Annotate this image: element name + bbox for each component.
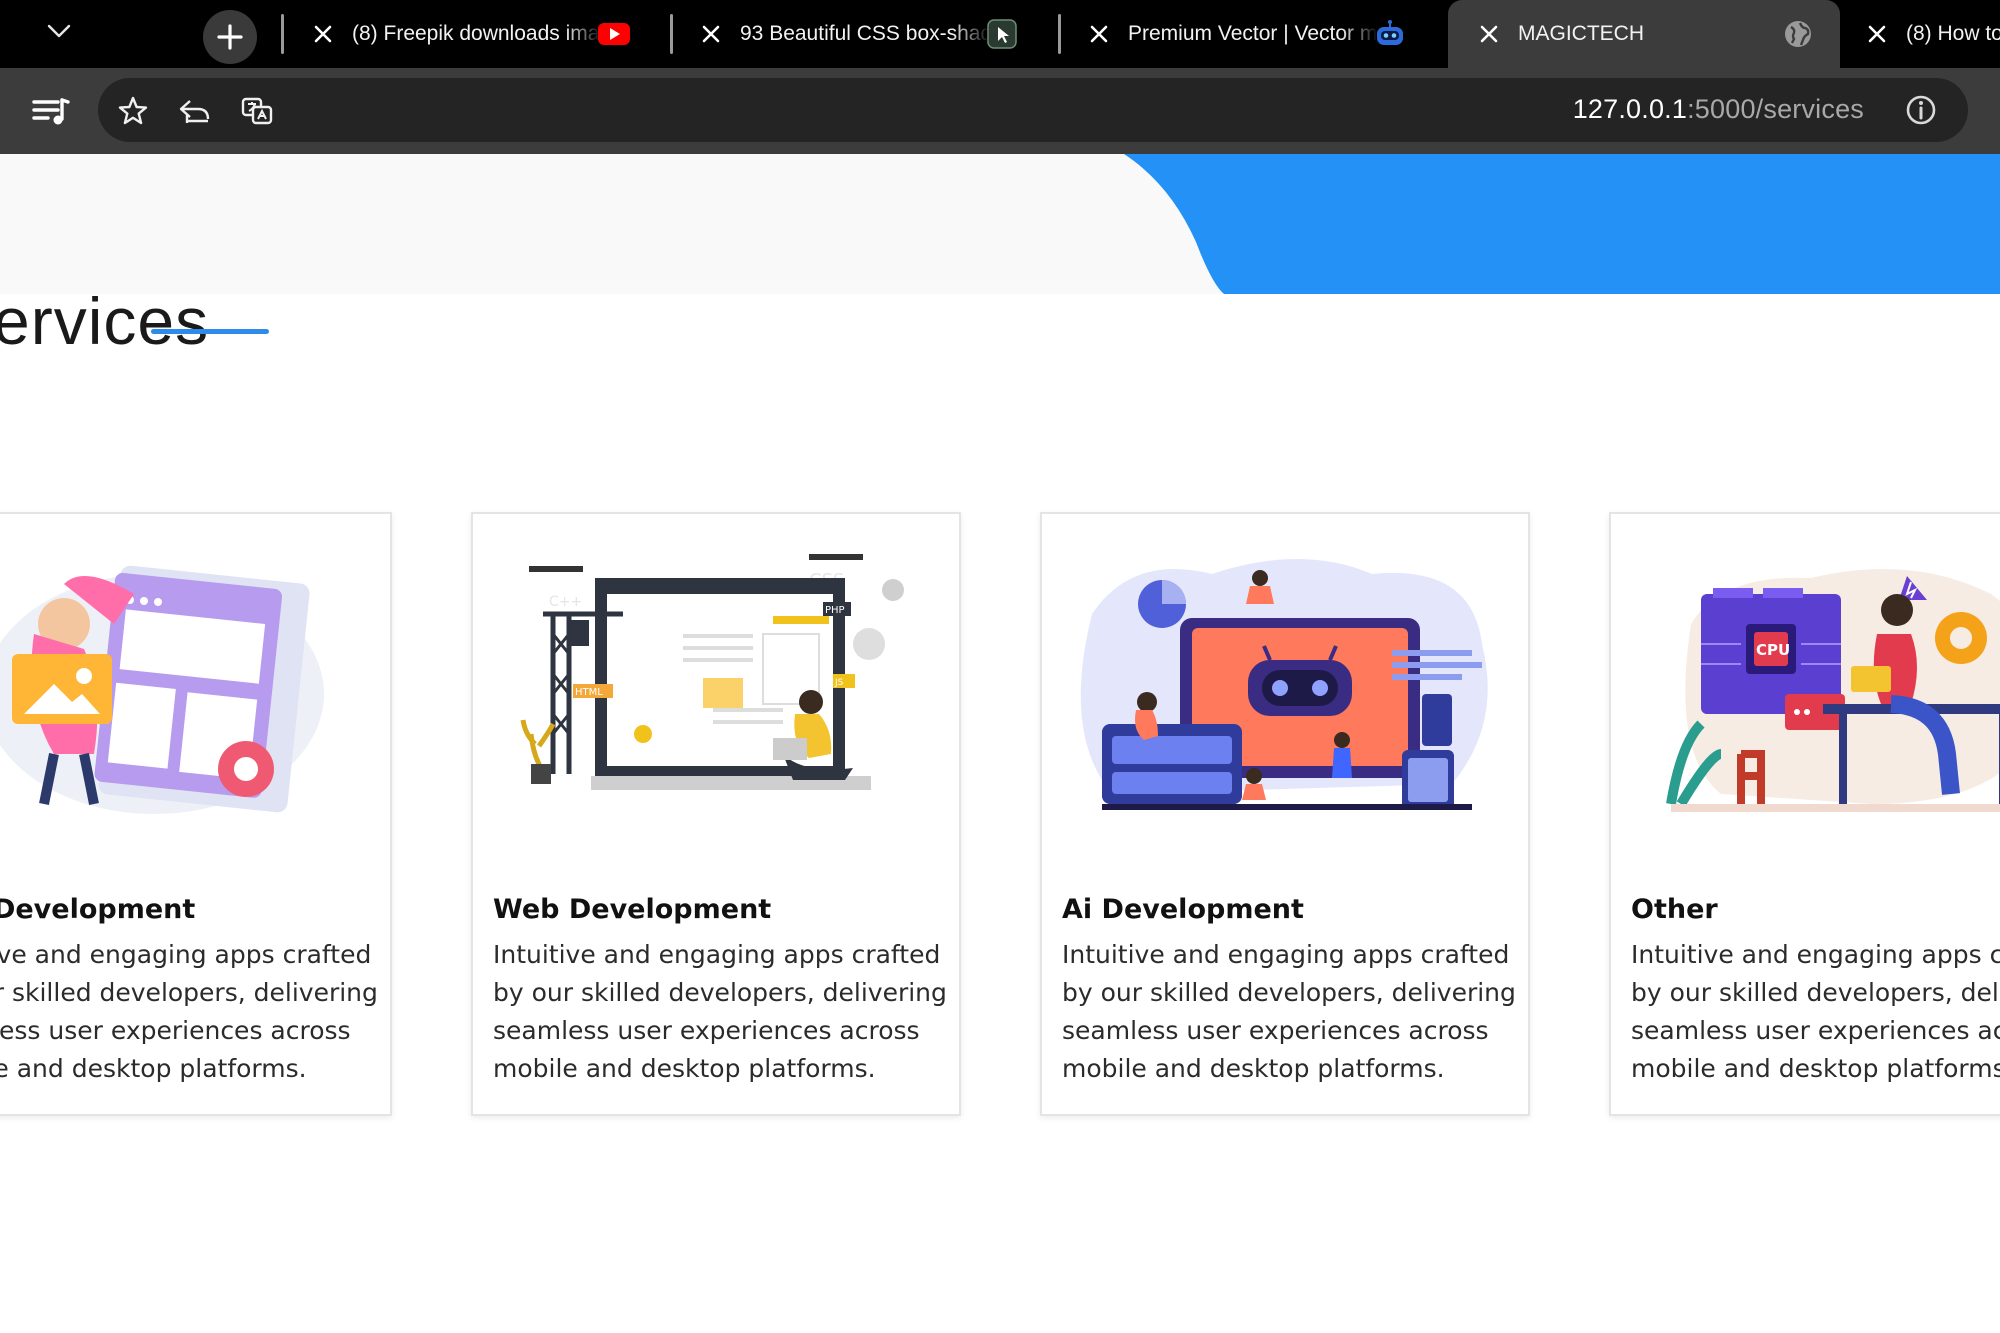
service-card-app[interactable]: App Development Intuitive and engaging a… — [0, 512, 392, 1116]
tab-css-box-shadow[interactable]: 93 Beautiful CSS box-shadow — [698, 0, 1038, 68]
new-tab-button[interactable] — [203, 10, 257, 64]
share-icon[interactable] — [178, 94, 212, 128]
svg-text:JS: JS — [834, 678, 844, 688]
app-development-illustration — [0, 565, 324, 814]
tab-title: (8) How to A — [1906, 22, 2000, 45]
service-card-other[interactable]: CPU Other Intuitive and engaging apps cr… — [1609, 512, 2000, 1116]
svg-text:PHP: PHP — [825, 605, 845, 616]
close-icon[interactable] — [1864, 21, 1890, 47]
site-info-icon[interactable] — [1904, 93, 1938, 127]
tab-magictech[interactable]: MAGICTECH — [1448, 0, 1840, 68]
tab-title: Premium Vector | Vector micr — [1128, 22, 1378, 45]
translate-icon[interactable] — [240, 94, 274, 128]
ai-development-illustration — [1080, 559, 1488, 810]
url-text[interactable]: 127.0.0.1:5000/services — [1573, 94, 1864, 125]
other-illustration: CPU — [1666, 569, 2000, 812]
plus-icon — [217, 24, 243, 50]
close-icon[interactable] — [1086, 21, 1112, 47]
tab-search-chevron-icon[interactable] — [42, 14, 76, 48]
tab-title: 93 Beautiful CSS box-shadow — [740, 22, 990, 45]
tab-title: MAGICTECH — [1518, 22, 1644, 45]
hero-blue-wave — [1124, 154, 2000, 294]
robot-icon — [1374, 18, 1406, 50]
svg-text:CPU: CPU — [1756, 641, 1790, 659]
section-heading: Services — [0, 284, 210, 358]
close-icon[interactable] — [1476, 21, 1502, 47]
youtube-icon — [598, 18, 630, 50]
url-host: 127.0.0.1 — [1572, 94, 1688, 124]
card-title: Ai Development — [1062, 894, 1304, 925]
hero-band — [0, 154, 2000, 294]
tab-separator — [670, 14, 673, 54]
svg-text:HTML: HTML — [575, 687, 603, 698]
tab-separator — [281, 14, 284, 54]
card-description: Intuitive and engaging apps crafted by o… — [1062, 940, 1516, 1083]
star-icon[interactable] — [116, 94, 150, 128]
service-card-web[interactable]: CSS C++ HTML PHP JS — [471, 512, 961, 1116]
tab-strip: (8) Freepik downloads image 93 Beautiful… — [0, 0, 2000, 68]
tab-premium-vector[interactable]: Premium Vector | Vector micr — [1086, 0, 1426, 68]
card-title: Other — [1631, 894, 1718, 925]
web-development-illustration: CSS C++ HTML PHP JS — [520, 554, 904, 790]
card-description: Intuitive and engaging apps crafted by o… — [1631, 940, 2000, 1083]
tab-title: (8) Freepik downloads image — [352, 22, 602, 45]
heading-underline — [151, 329, 269, 334]
address-bar[interactable]: 127.0.0.1:5000/services — [98, 78, 1968, 142]
card-description: Intuitive and engaging apps crafted by o… — [493, 940, 947, 1083]
tab-separator — [1058, 14, 1061, 54]
close-icon[interactable] — [310, 21, 336, 47]
svg-text:C++: C++ — [549, 594, 582, 610]
tab-freepik[interactable]: (8) Freepik downloads image — [310, 0, 650, 68]
close-icon[interactable] — [698, 21, 724, 47]
card-title: Web Development — [493, 894, 772, 925]
page-content: Services App Development Intuitive and e… — [0, 154, 2000, 1333]
reading-list-icon[interactable] — [30, 92, 70, 132]
browser-toolbar: 127.0.0.1:5000/services — [0, 68, 2000, 154]
globe-icon — [1782, 18, 1814, 50]
cursor-app-icon — [986, 18, 1018, 50]
card-description: Intuitive and engaging apps crafted by o… — [0, 940, 378, 1083]
card-title: App Development — [0, 894, 196, 925]
url-path: :5000/services — [1687, 94, 1864, 124]
service-card-ai[interactable]: Ai Development Intuitive and engaging ap… — [1040, 512, 1530, 1116]
tab-how-to[interactable]: (8) How to A — [1864, 0, 2000, 68]
